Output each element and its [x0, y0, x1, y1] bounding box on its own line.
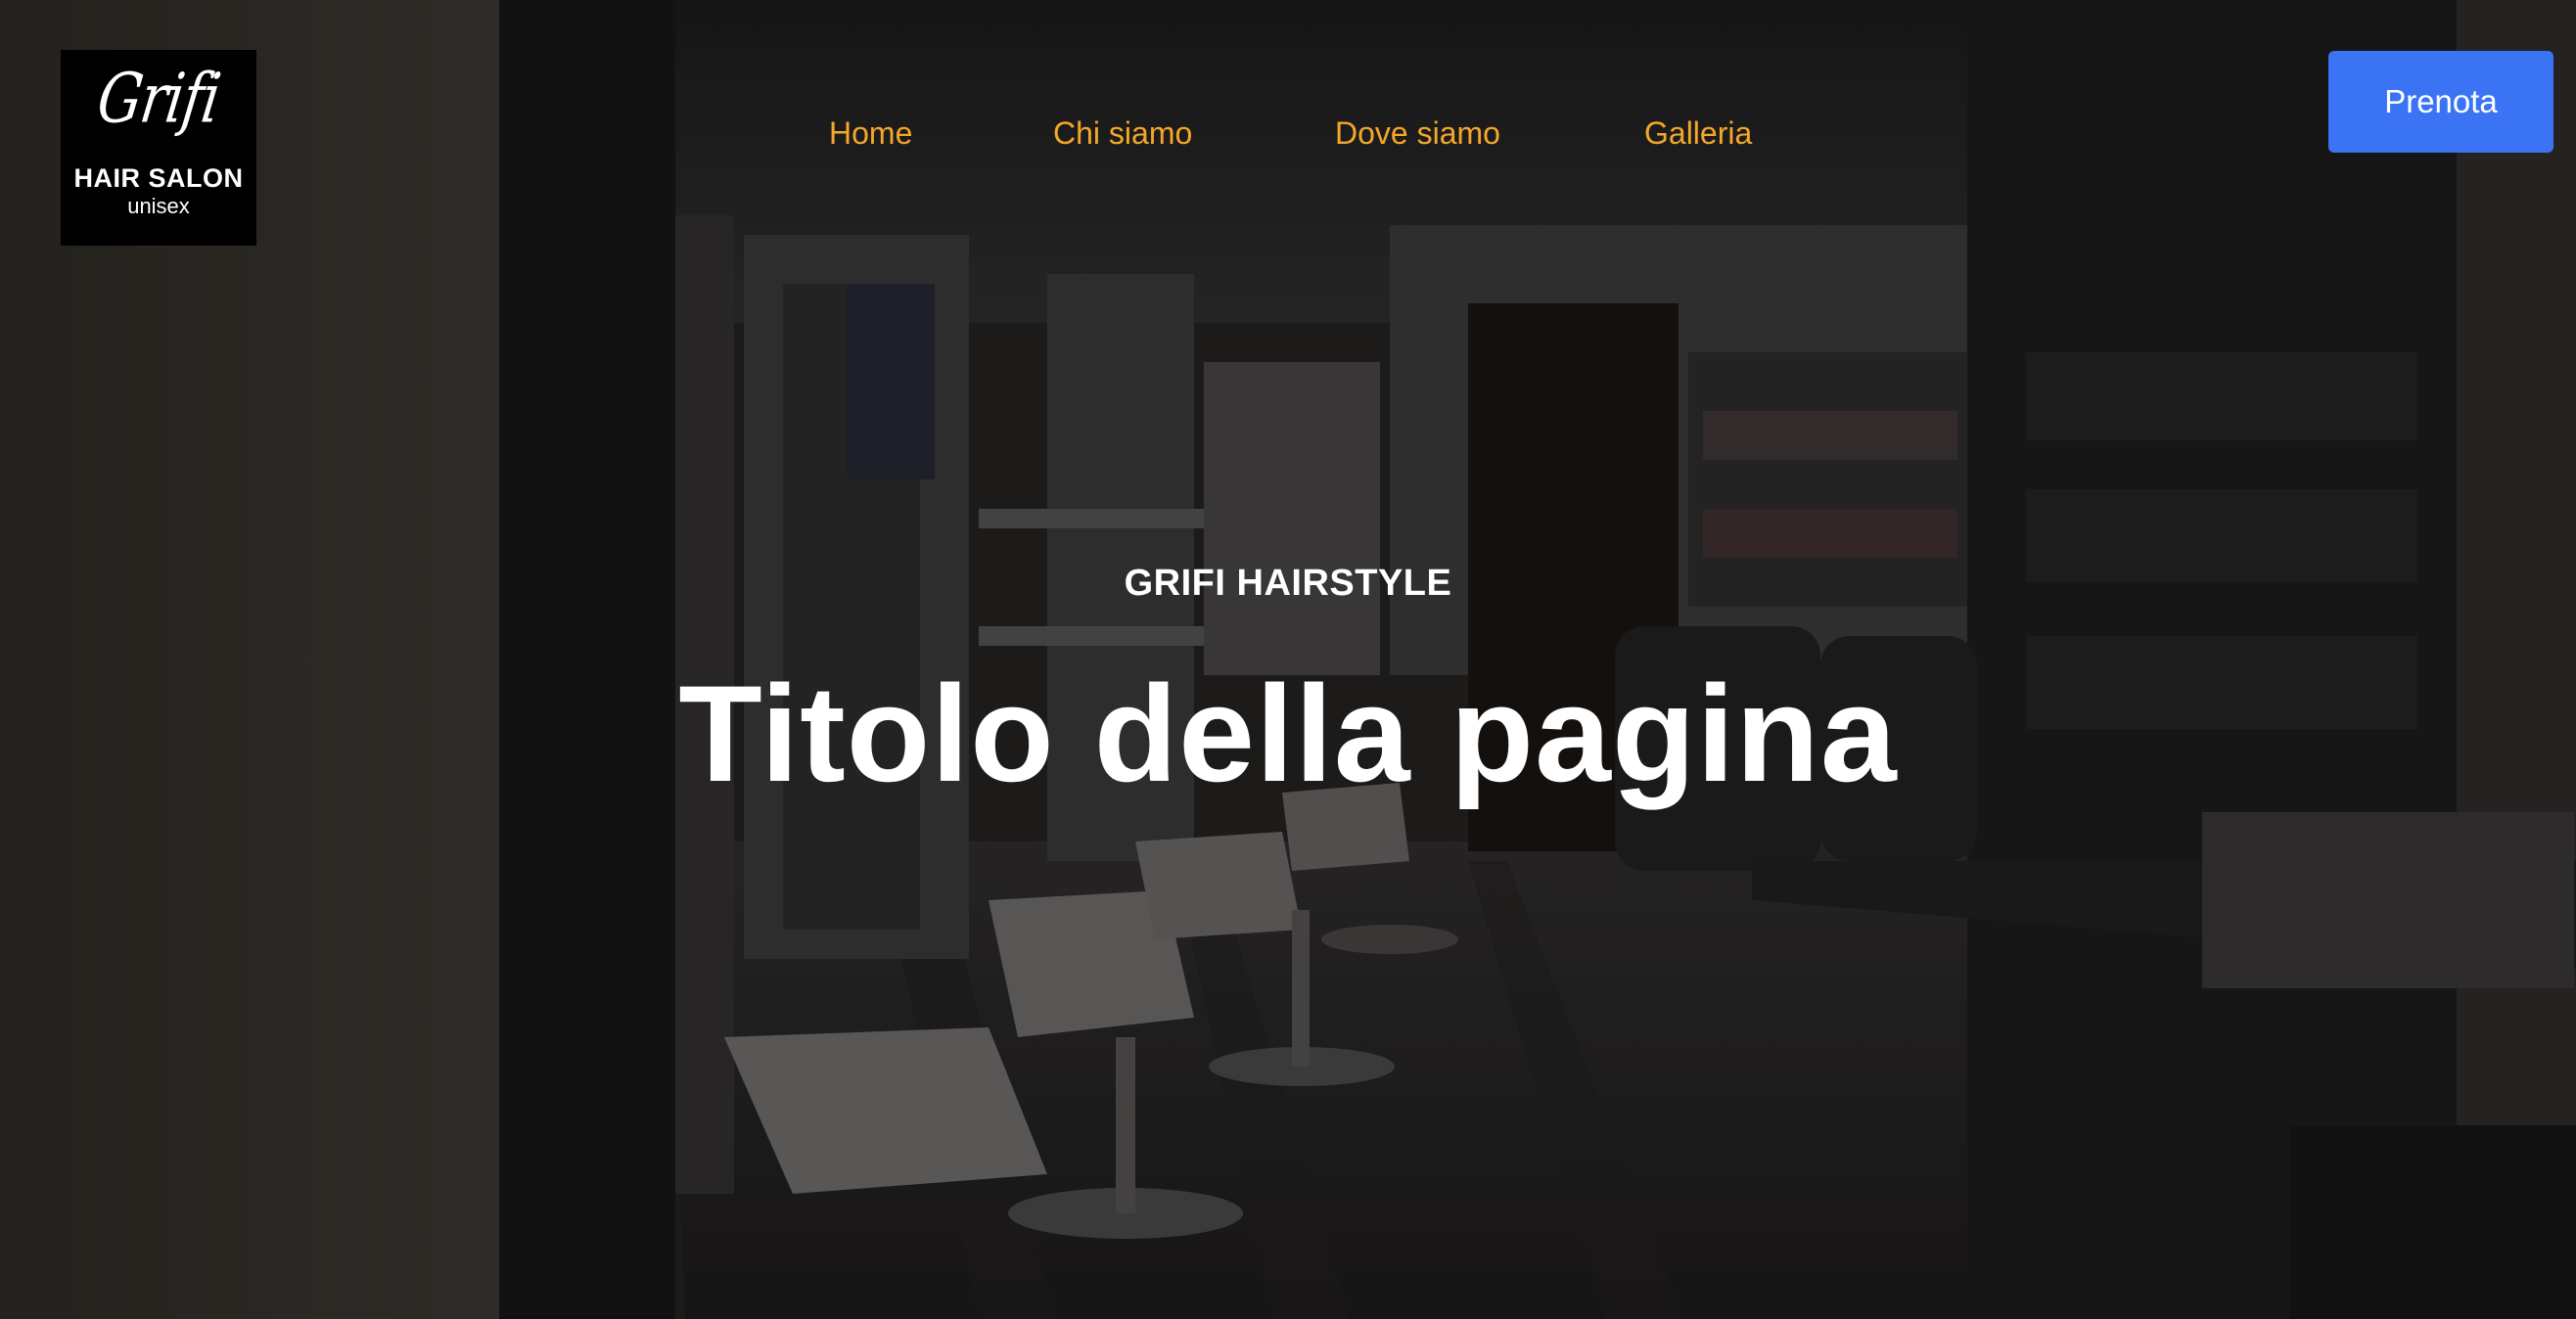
- hero-section: Grifi HAIR SALON unisex Home Chi siamo D…: [0, 0, 2576, 1319]
- logo-sub-text: unisex: [127, 194, 190, 218]
- main-nav: Home Chi siamo Dove siamo Galleria: [0, 115, 2576, 155]
- nav-item-chi-siamo[interactable]: Chi siamo: [1053, 115, 1192, 152]
- page-title: Titolo della pagina: [678, 657, 1898, 810]
- nav-item-dove-siamo[interactable]: Dove siamo: [1335, 115, 1500, 152]
- hero-eyebrow: GRIFI HAIRSTYLE: [1124, 563, 1452, 604]
- prenota-button[interactable]: Prenota: [2328, 51, 2553, 153]
- nav-item-galleria[interactable]: Galleria: [1644, 115, 1752, 152]
- logo-brand-text: HAIR SALON: [73, 163, 244, 193]
- nav-item-home[interactable]: Home: [829, 115, 912, 152]
